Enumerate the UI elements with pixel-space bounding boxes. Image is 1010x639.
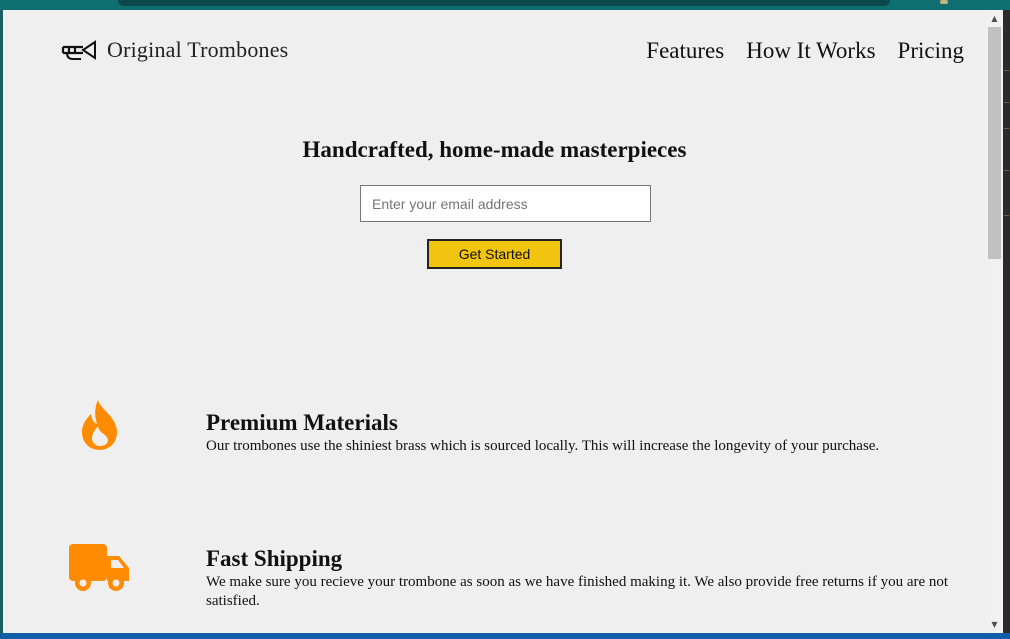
- extension-icon[interactable]: [940, 0, 948, 4]
- get-started-button[interactable]: Get Started: [427, 239, 562, 269]
- feature-title: Fast Shipping: [206, 546, 343, 571]
- status-bar: [0, 633, 1010, 639]
- scrollbar-thumb[interactable]: [988, 27, 1001, 259]
- scroll-up-icon[interactable]: ▲: [986, 10, 1003, 27]
- brand-name: Original Trombones: [107, 37, 289, 62]
- truck-icon: [69, 544, 129, 591]
- page-viewport: Original Trombones Features How It Works…: [3, 10, 1003, 633]
- brand-logo[interactable]: Original Trombones: [61, 37, 288, 63]
- feature-description: Our trombones use the shiniest brass whi…: [206, 438, 880, 454]
- address-bar[interactable]: [118, 0, 890, 6]
- editor-edge-strip: [1003, 10, 1010, 633]
- hero-title: Handcrafted, home-made masterpieces: [302, 137, 687, 162]
- feature-description: We make sure you recieve your trombone a…: [206, 574, 949, 609]
- scroll-down-icon[interactable]: ▼: [986, 616, 1003, 633]
- nav-bar: Features How It Works Pricing: [624, 38, 964, 64]
- trombone-icon: [61, 40, 96, 60]
- nav-link-pricing[interactable]: Pricing: [898, 38, 964, 64]
- feature-title: Premium Materials: [206, 410, 398, 435]
- vertical-scrollbar[interactable]: ▲ ▼: [986, 10, 1003, 633]
- nav-link-how-it-works[interactable]: How It Works: [746, 38, 875, 64]
- browser-top-bar: [0, 0, 1010, 10]
- nav-link-features[interactable]: Features: [646, 38, 724, 64]
- email-input[interactable]: [360, 185, 651, 222]
- fire-icon: [82, 400, 117, 450]
